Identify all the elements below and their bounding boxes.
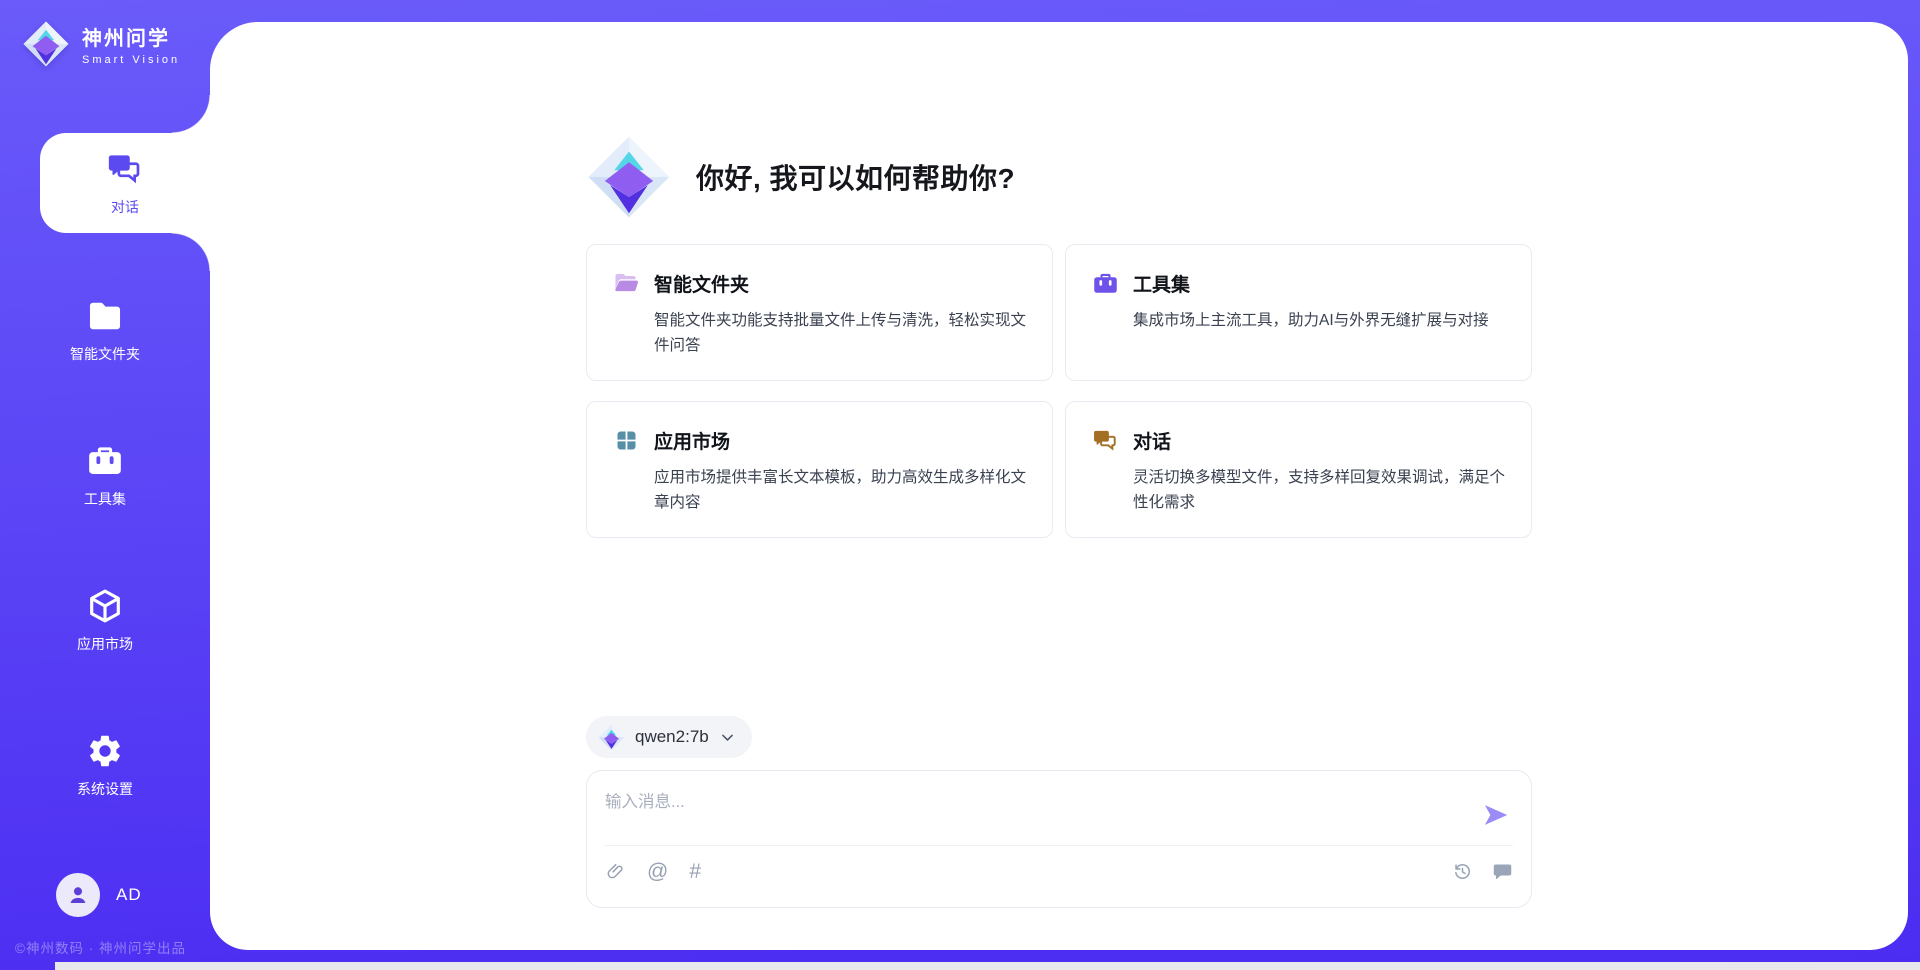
send-button[interactable]	[1481, 800, 1511, 830]
assistant-diamond-icon	[586, 134, 672, 220]
sidebar-item-toolset[interactable]: 工具集	[0, 432, 210, 518]
message-composer: @ #	[586, 770, 1532, 908]
briefcase-icon	[1092, 270, 1119, 297]
mention-button[interactable]: @	[647, 861, 668, 882]
send-icon	[1481, 800, 1511, 830]
brand-name: 神州问学	[82, 22, 180, 51]
message-input[interactable]	[605, 784, 1471, 845]
card-toolset[interactable]: 工具集 集成市场上主流工具，助力AI与外界无缝扩展与对接	[1065, 244, 1532, 381]
greeting-hero: 你好, 我可以如何帮助你?	[586, 134, 1532, 220]
card-smart-folder[interactable]: 智能文件夹 智能文件夹功能支持批量文件上传与清洗，轻松实现文件问答	[586, 244, 1053, 381]
toolbox-icon	[86, 442, 124, 480]
brand-subtitle: Smart Vision	[82, 54, 180, 66]
brand-diamond-icon	[22, 20, 70, 68]
card-title: 应用市场	[654, 427, 730, 454]
sidebar: 神州问学 Smart Vision 对话 智能文件夹 工具集 应用市场 系统设置…	[0, 0, 210, 970]
chevron-down-icon	[719, 729, 736, 746]
conversation-button[interactable]	[1492, 861, 1513, 882]
card-description: 智能文件夹功能支持批量文件上传与清洗，轻松实现文件问答	[654, 308, 1026, 358]
feature-cards: 智能文件夹 智能文件夹功能支持批量文件上传与清洗，轻松实现文件问答 工具集 集成…	[586, 244, 1532, 538]
attach-button[interactable]	[605, 861, 626, 882]
sidebar-item-label: 系统设置	[77, 779, 133, 799]
card-title: 智能文件夹	[654, 270, 749, 297]
composer-tools-right	[1452, 861, 1513, 882]
history-icon	[1452, 861, 1473, 882]
chat-icon	[1092, 427, 1119, 454]
topic-button[interactable]: #	[689, 861, 701, 882]
window-bottom-strip	[55, 962, 1920, 970]
card-title: 工具集	[1133, 270, 1190, 297]
card-description: 灵活切换多模型文件，支持多样回复效果调试，满足个性化需求	[1133, 465, 1505, 515]
gear-icon	[86, 732, 124, 770]
sidebar-item-chat[interactable]: 对话	[40, 133, 210, 233]
greeting-title: 你好, 我可以如何帮助你?	[696, 157, 1015, 197]
user-account[interactable]: AD	[56, 873, 142, 917]
avatar[interactable]	[56, 873, 100, 917]
model-name: qwen2:7b	[635, 727, 709, 747]
copyright-footer: ©神州数码 · 神州问学出品	[15, 937, 186, 957]
user-name: AD	[116, 885, 142, 905]
sidebar-item-label: 应用市场	[77, 634, 133, 654]
main-panel: 你好, 我可以如何帮助你? 智能文件夹 智能文件夹功能支持批量文件上传与清洗，轻…	[210, 22, 1908, 950]
card-description: 集成市场上主流工具，助力AI与外界无缝扩展与对接	[1133, 308, 1505, 333]
history-button[interactable]	[1452, 861, 1473, 882]
paperclip-icon	[605, 861, 626, 882]
sidebar-item-label: 智能文件夹	[70, 344, 140, 364]
folder-icon	[86, 297, 124, 335]
card-description: 应用市场提供丰富长文本模板，助力高效生成多样化文章内容	[654, 465, 1026, 515]
card-chat[interactable]: 对话 灵活切换多模型文件，支持多样回复效果调试，满足个性化需求	[1065, 401, 1532, 538]
app-grid-icon	[613, 427, 640, 454]
model-diamond-icon	[598, 724, 625, 751]
cube-icon	[86, 587, 124, 625]
sidebar-item-label: 对话	[111, 197, 139, 217]
comment-icon	[1492, 861, 1513, 882]
sidebar-item-label: 工具集	[84, 489, 126, 509]
card-app-market[interactable]: 应用市场 应用市场提供丰富长文本模板，助力高效生成多样化文章内容	[586, 401, 1053, 538]
model-selector[interactable]: qwen2:7b	[586, 716, 752, 758]
sidebar-item-smart-folder[interactable]: 智能文件夹	[0, 287, 210, 373]
sidebar-item-app-market[interactable]: 应用市场	[0, 577, 210, 663]
card-title: 对话	[1133, 427, 1171, 454]
app-logo: 神州问学 Smart Vision	[22, 20, 180, 68]
person-icon	[65, 882, 91, 908]
open-folder-icon	[613, 270, 640, 297]
sidebar-item-settings[interactable]: 系统设置	[0, 722, 210, 808]
chat-icon	[106, 150, 144, 188]
composer-tools-left: @ #	[605, 861, 701, 882]
